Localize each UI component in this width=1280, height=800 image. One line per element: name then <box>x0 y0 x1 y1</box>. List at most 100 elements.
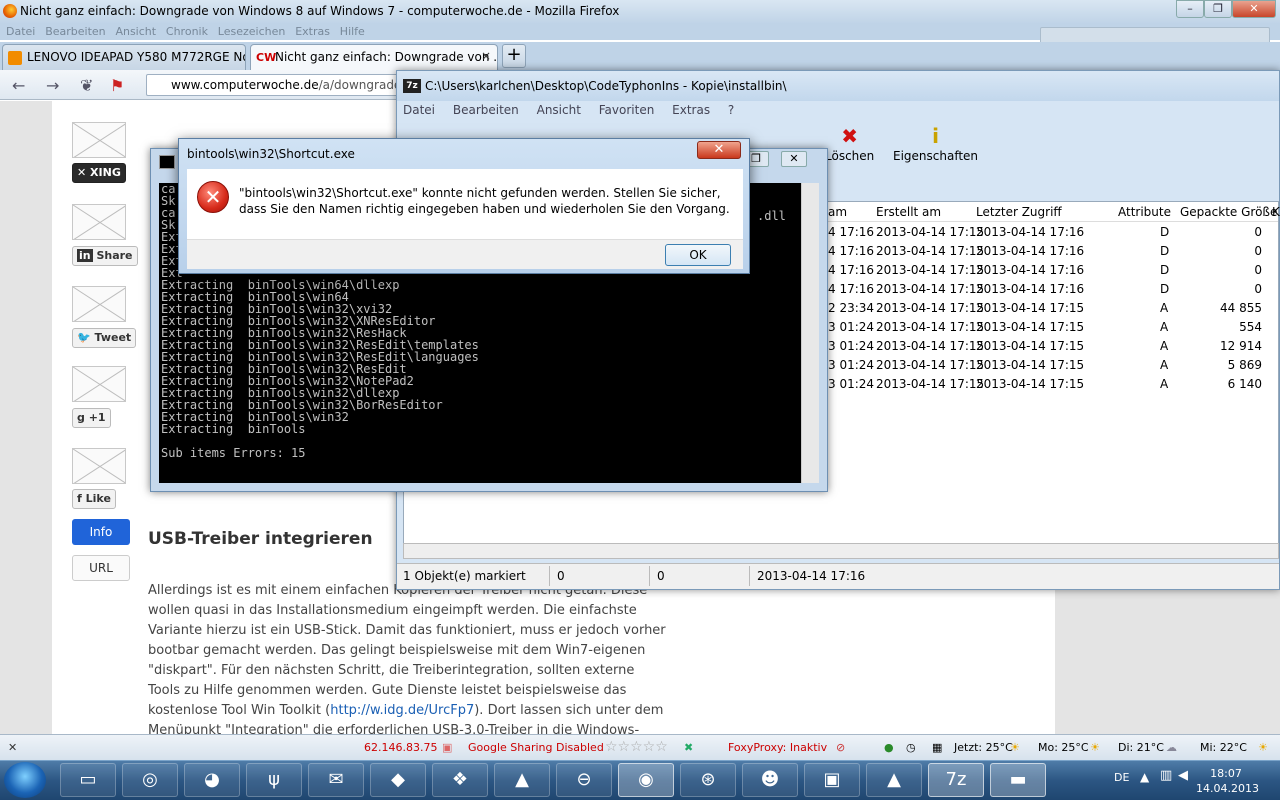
facebook-like-button[interactable]: f Like <box>72 489 116 509</box>
col-attributes[interactable]: Attribute <box>1118 205 1171 219</box>
menu-datei[interactable]: Datei <box>6 25 35 38</box>
keepass-taskbar-icon[interactable]: ⊖ <box>556 763 612 797</box>
7zip-menu-help[interactable]: ? <box>728 103 734 117</box>
article-paragraph: Allerdings ist es mit einem einfachen Ko… <box>148 581 668 741</box>
addon-icon[interactable]: ❦ <box>80 76 93 95</box>
browser-taskbar-icon[interactable]: ◎ <box>122 763 178 797</box>
properties-button[interactable]: i Eigenschaften <box>893 123 978 163</box>
cell-attr: A <box>1160 320 1169 334</box>
new-tab-button[interactable]: + <box>502 44 526 68</box>
back-icon[interactable]: ← <box>12 76 25 95</box>
firefox-icon <box>3 4 17 18</box>
horizontal-scrollbar[interactable] <box>403 543 1279 559</box>
thunderbird-taskbar-icon[interactable]: ✉ <box>308 763 364 797</box>
cell-access: 2013-04-14 17:16 <box>976 225 1085 239</box>
menu-bearbeiten[interactable]: Bearbeiten <box>45 25 105 38</box>
chrome-taskbar-icon[interactable]: ⊛ <box>680 763 736 797</box>
statusbar-close-icon[interactable]: ✕ <box>8 741 17 754</box>
rating-stars-icon[interactable]: ☆☆☆☆☆ <box>605 739 668 755</box>
cell-mod: 4 17:16 <box>828 244 875 258</box>
block-icon[interactable]: ⊘ <box>836 741 845 754</box>
hdtv-taskbar-icon[interactable]: ▣ <box>804 763 860 797</box>
psi-taskbar-icon[interactable]: ψ <box>246 763 302 797</box>
share-placeholder-image <box>72 448 126 484</box>
minimize-button[interactable]: – <box>1176 0 1204 18</box>
cell-access: 2013-04-14 17:15 <box>976 358 1085 372</box>
url-button[interactable]: URL <box>72 555 130 581</box>
firefox-statusbar: ✕ 62.146.83.75 ▣ Google Sharing Disabled… <box>0 734 1280 760</box>
cell-mod: 4 17:16 <box>828 225 875 239</box>
cell-created: 2013-04-14 17:15 <box>876 225 985 239</box>
cell-access: 2013-04-14 17:15 <box>976 339 1085 353</box>
share-placeholder-image <box>72 122 126 158</box>
7zip-menu-ansicht[interactable]: Ansicht <box>537 103 581 117</box>
google-plus-icon: g <box>77 411 85 424</box>
article-link[interactable]: http://w.idg.de/UrcFp7 <box>330 703 474 718</box>
menu-lesezeichen[interactable]: Lesezeichen <box>218 25 286 38</box>
info-button[interactable]: Info <box>72 519 130 545</box>
input-language[interactable]: DE <box>1114 771 1129 784</box>
cell-mod: 3 01:24 <box>828 377 875 391</box>
console-close-button[interactable]: ✕ <box>781 151 807 167</box>
forward-icon[interactable]: → <box>46 76 59 95</box>
menu-extras[interactable]: Extras <box>295 25 330 38</box>
cell-access: 2013-04-14 17:15 <box>976 320 1085 334</box>
7zip-menu-datei[interactable]: Datei <box>403 103 435 117</box>
menu-chronik[interactable]: Chronik <box>166 25 208 38</box>
tab-computerwoche[interactable]: CW Nicht ganz einfach: Downgrade von ...… <box>250 44 498 70</box>
url-bar[interactable]: www.computerwoche.de/a/downgrade-vo <box>146 74 406 96</box>
addon-x-icon[interactable]: ✖ <box>684 741 693 754</box>
dropbox-taskbar-icon[interactable]: ❖ <box>432 763 488 797</box>
cell-attr: D <box>1160 282 1170 296</box>
cell-access: 2013-04-14 17:16 <box>976 244 1085 258</box>
cell-size: 0 <box>1254 282 1262 296</box>
properties-label: Eigenschaften <box>893 149 979 163</box>
7zip-menu-extras[interactable]: Extras <box>672 103 710 117</box>
7zip-taskbar-icon[interactable]: 7z <box>928 763 984 797</box>
google-plus-button[interactable]: g +1 <box>72 408 111 428</box>
explorer-taskbar-icon[interactable]: ▭ <box>60 763 116 797</box>
tray-expand-icon[interactable]: ▲ <box>1140 770 1149 784</box>
col-created[interactable]: Erstellt am <box>876 205 941 219</box>
linkedin-share-button[interactable]: in Share <box>72 246 138 266</box>
delete-icon: ✖ <box>841 124 859 148</box>
foxyproxy-status[interactable]: FoxyProxy: Inaktiv <box>728 741 827 754</box>
drive-taskbar-icon[interactable]: ▲ <box>494 763 550 797</box>
status-date: 2013-04-14 17:16 <box>757 569 866 583</box>
col-modified[interactable]: am <box>828 205 847 219</box>
vlc-taskbar-icon[interactable]: ▲ <box>866 763 922 797</box>
gimp-taskbar-icon[interactable]: ☻ <box>742 763 798 797</box>
7zip-menu-favoriten[interactable]: Favoriten <box>599 103 655 117</box>
col-packed-size[interactable]: Gepackte Größe <box>1180 205 1277 219</box>
delete-button[interactable]: ✖ Löschen <box>825 123 874 163</box>
console-fragment: .dll <box>757 209 786 223</box>
cmd-taskbar-icon[interactable]: ▬ <box>990 763 1046 797</box>
restore-button[interactable]: ❐ <box>1204 0 1232 18</box>
volume-icon[interactable]: ◀ <box>1178 768 1188 783</box>
tab-lenovo[interactable]: LENOVO IDEAPAD Y580 M772RGE No... <box>2 44 246 70</box>
ok-button[interactable]: OK <box>665 244 731 266</box>
col-k[interactable]: K <box>1272 205 1280 219</box>
start-button[interactable] <box>4 762 46 798</box>
cell-created: 2013-04-14 17:15 <box>876 301 985 315</box>
pidgin-taskbar-icon[interactable]: ◕ <box>184 763 240 797</box>
menu-hilfe[interactable]: Hilfe <box>340 25 365 38</box>
addon-icon[interactable]: ▣ <box>442 741 452 754</box>
menu-ansicht[interactable]: Ansicht <box>115 25 156 38</box>
tweet-button[interactable]: 🐦 Tweet <box>72 328 137 348</box>
7zip-title: C:\Users\karlchen\Desktop\CodeTyphonIns … <box>425 79 787 93</box>
network-icon[interactable]: ▥ <box>1160 768 1172 783</box>
console-scrollbar[interactable] <box>801 183 819 483</box>
tab-close-icon[interactable]: × <box>481 49 491 63</box>
google-sharing-status[interactable]: Google Sharing Disabled <box>468 741 604 754</box>
cell-created: 2013-04-14 17:15 <box>876 339 985 353</box>
clock[interactable]: 18:07 14.04.2013 <box>1196 766 1259 796</box>
close-button[interactable]: ✕ <box>1232 0 1276 18</box>
col-accessed[interactable]: Letzter Zugriff <box>976 205 1062 219</box>
7zip-menu-bearbeiten[interactable]: Bearbeiten <box>453 103 519 117</box>
firefox-taskbar-icon[interactable]: ◉ <box>618 763 674 797</box>
xing-share-button[interactable]: ✕ XING <box>72 163 126 183</box>
warning-taskbar-icon[interactable]: ◆ <box>370 763 426 797</box>
dialog-close-button[interactable]: ✕ <box>697 141 741 159</box>
noscript-icon[interactable]: ⚑ <box>110 76 124 95</box>
